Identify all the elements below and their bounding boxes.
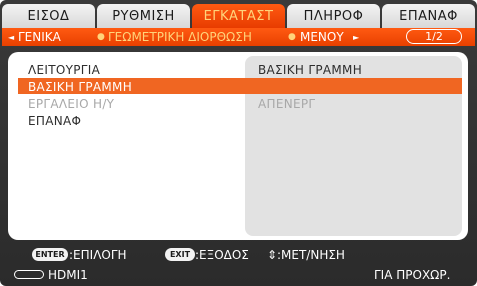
hint-select: :ΕΠΙΛΟΓΗ	[69, 248, 127, 262]
projector-osd-menu: ΕΙΣΟΔ ΡΥΘΜΙΣΗ ΕΓΚΑΤΑΣΤ ΠΛΗΡΟΦ ΕΠΑΝΑΦ ◄ Γ…	[0, 0, 477, 286]
left-arrow-icon[interactable]: ◄	[8, 33, 14, 42]
advance-hint: ΓΙΑ ΠΡΟΧΩΡ.	[374, 268, 451, 282]
row-label-pc-tool: ΕΡΓΑΛΕΙΟ Η/Υ	[28, 97, 115, 111]
settings-panel: ΛΕΙΤΟΥΡΓΙΑ ΒΑΣΙΚΗ ΓΡΑΜΜΗ ΒΑΣΙΚΗ ΓΡΑΜΜΗ Ε…	[8, 52, 468, 240]
top-tab-bar: ΕΙΣΟΔ ΡΥΘΜΙΣΗ ΕΓΚΑΤΑΣΤ ΠΛΗΡΟΦ ΕΠΑΝΑΦ	[2, 4, 475, 28]
tab-reset[interactable]: ΕΠΑΝΑΦ	[382, 4, 475, 28]
hint-move: :ΜΕΤ/ΝΗΣΗ	[277, 248, 345, 262]
hdmi-input-icon	[14, 270, 44, 279]
tab-installation[interactable]: ΕΓΚΑΤΑΣΤ	[192, 4, 285, 28]
tab-setup[interactable]: ΡΥΘΜΙΣΗ	[97, 4, 190, 28]
tab-info[interactable]: ΠΛΗΡΟΦ	[287, 4, 380, 28]
row-label-reset[interactable]: ΕΠΑΝΑΦ	[28, 114, 81, 128]
status-bar: HDMI1 ΓΙΑ ΠΡΟΧΩΡ.	[0, 266, 477, 284]
sub-tab-bar: ◄ ΓΕΝΙΚΑ ● ΓΕΩΜΕΤΡΙΚΗ ΔΙΟΡΘΩΣΗ ● ΜΕΝΟΥ ►…	[2, 28, 475, 46]
row-value-pc-tool: ΑΠΕΝΕΡΓ	[258, 97, 316, 111]
key-hints-bar: ENTER :ΕΠΙΛΟΓΗ EXIT :ΕΞΟΔΟΣ ⇕ :ΜΕΤ/ΝΗΣΗ	[0, 246, 477, 264]
up-down-arrows-icon: ⇕	[267, 248, 278, 262]
row-value-mode[interactable]: ΒΑΣΙΚΗ ΓΡΑΜΜΗ	[258, 63, 362, 77]
subtab-menu[interactable]: ΜΕΝΟΥ	[300, 30, 344, 44]
row-label-cornerstone[interactable]: ΒΑΣΙΚΗ ΓΡΑΜΜΗ	[28, 80, 132, 94]
hint-exit: :ΕΞΟΔΟΣ	[195, 248, 249, 262]
exit-key-badge: EXIT	[165, 248, 195, 261]
tab-input[interactable]: ΕΙΣΟΔ	[2, 4, 95, 28]
bullet-icon: ●	[288, 32, 296, 42]
bullet-icon: ●	[97, 32, 105, 42]
subtab-geometric-correction[interactable]: ΓΕΩΜΕΤΡΙΚΗ ΔΙΟΡΘΩΣΗ	[108, 30, 252, 44]
subtab-general[interactable]: ΓΕΝΙΚΑ	[18, 30, 61, 44]
right-arrow-icon[interactable]: ►	[353, 33, 359, 42]
input-source-label: HDMI1	[48, 268, 88, 282]
enter-key-badge: ENTER	[32, 248, 68, 261]
row-label-mode[interactable]: ΛΕΙΤΟΥΡΓΙΑ	[28, 63, 100, 77]
page-indicator: 1/2	[406, 29, 462, 44]
